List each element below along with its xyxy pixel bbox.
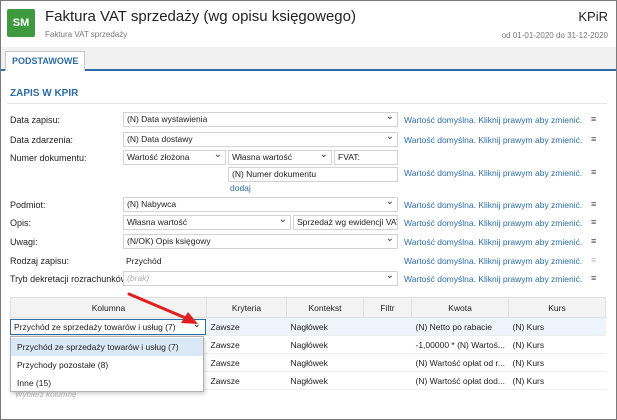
app-window: SM Faktura VAT sprzedaży (wg opisu księg…: [0, 0, 617, 420]
annotation-arrow: [127, 292, 198, 324]
